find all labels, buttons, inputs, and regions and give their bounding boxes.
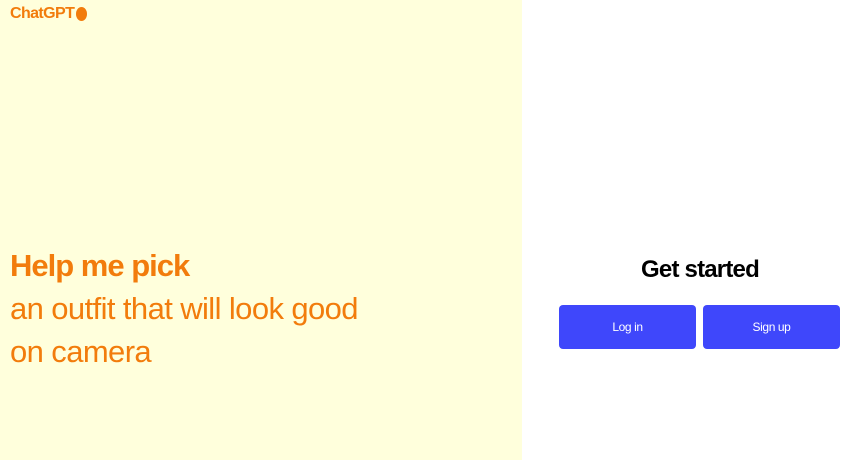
brand-logo[interactable]: ChatGPT [10,4,88,24]
hero-panel: ChatGPT Help me pick an outfit that will… [0,0,522,460]
login-button[interactable]: Log in [559,305,696,349]
brand-name: ChatGPT [10,5,75,22]
circle-icon [76,7,88,21]
hero-heading: Help me pick [10,248,190,283]
get-started-title: Get started [641,256,760,283]
hero-prompt: Help me pick an outfit that will look go… [10,245,510,373]
auth-panel: Get started Log in Sign up [522,0,860,460]
signup-button[interactable]: Sign up [703,305,840,349]
page: ChatGPT Help me pick an outfit that will… [0,0,860,460]
hero-text: an outfit that will look good on camera [10,291,359,369]
